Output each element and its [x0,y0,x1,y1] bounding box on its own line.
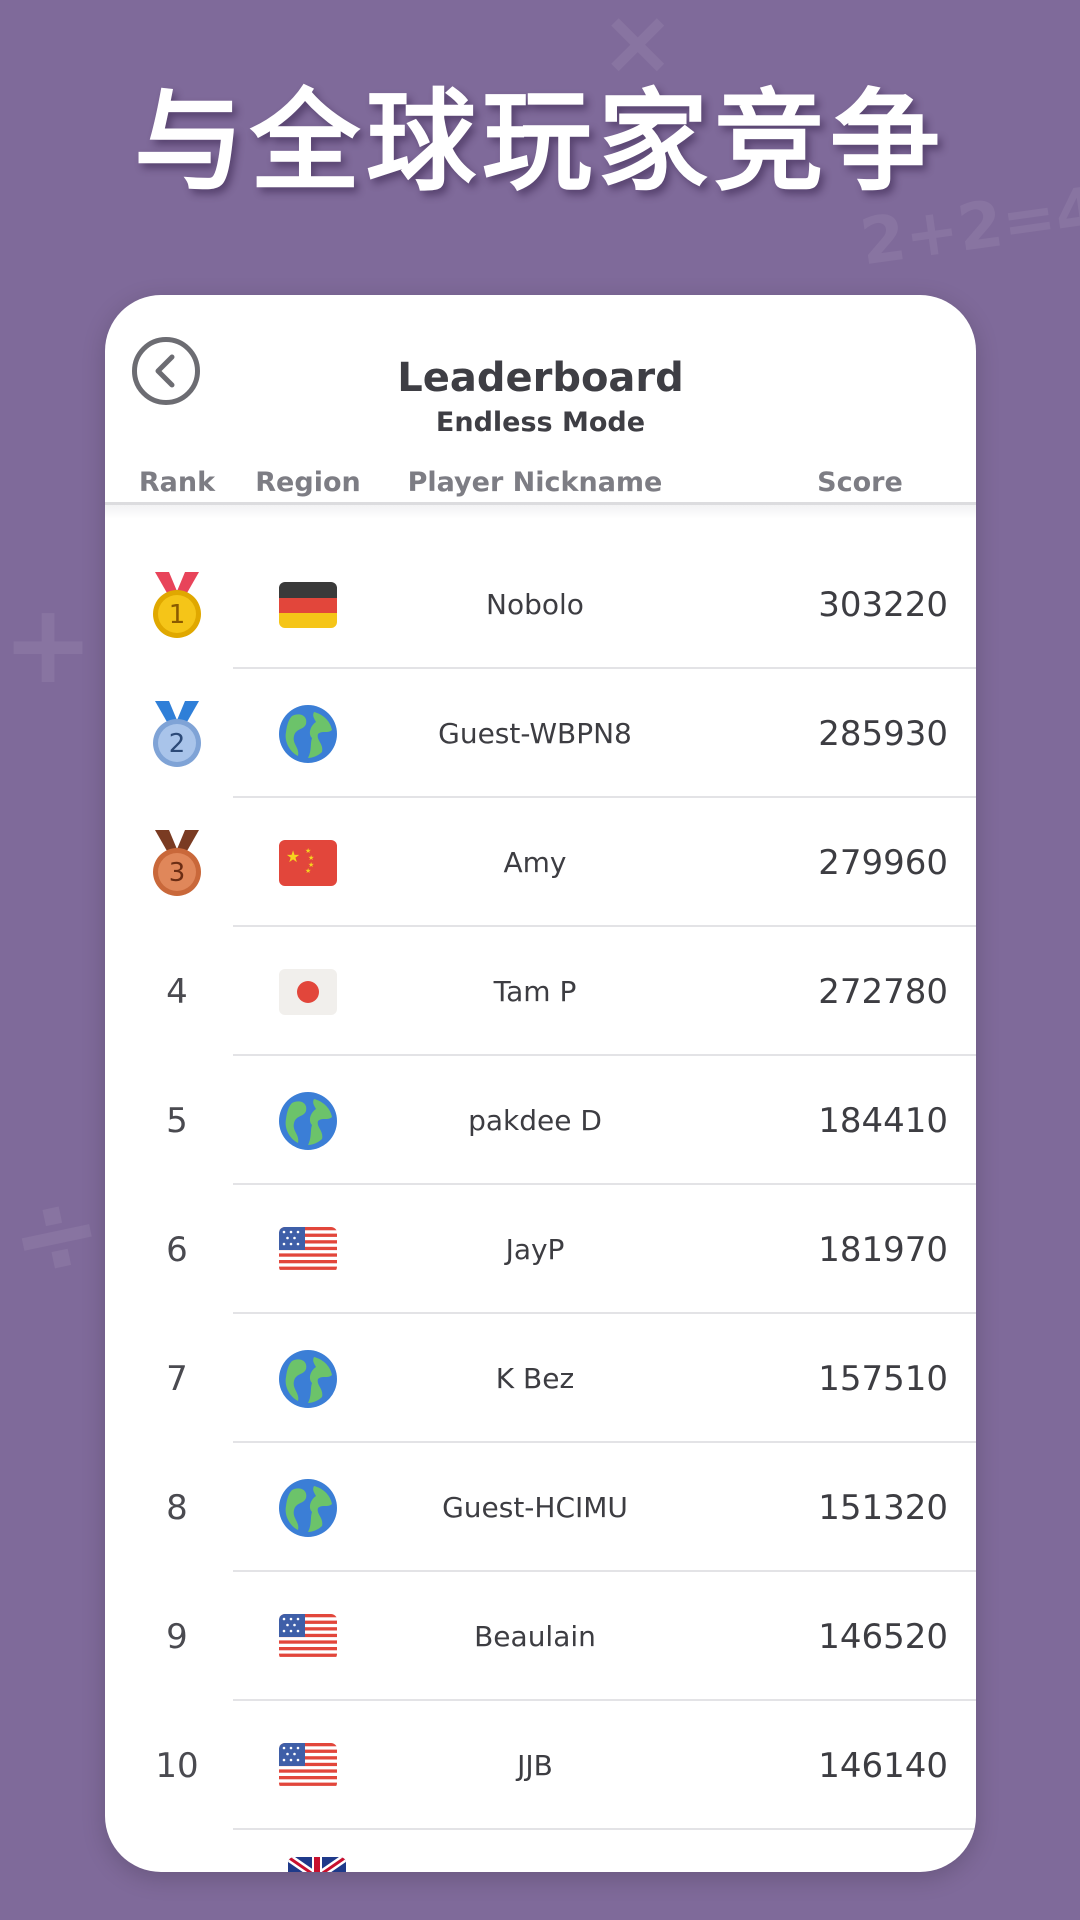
svg-text:3: 3 [169,858,186,888]
leaderboard-row[interactable]: 5 pakdee D 184410 [105,1056,976,1185]
player-score: 157510 [818,1358,948,1399]
player-nickname: JJB [517,1749,553,1782]
player-nickname: Amy [503,846,567,879]
player-score: 181970 [818,1229,948,1270]
player-nickname: Beaulain [474,1620,596,1653]
player-score: 285930 [818,713,948,754]
bronze-medal-icon: 3 [127,798,227,927]
player-nickname: Tam P [493,975,577,1008]
uk-flag-icon [288,1857,346,1872]
svg-text:★: ★ [286,847,300,866]
player-nickname: K Bez [495,1362,575,1395]
player-score: 146140 [818,1745,948,1786]
leaderboard-list[interactable]: 1 Nobolo 303220 2 Guest-WBPN8 285930 3 ★ ★ [105,540,976,1830]
leaderboard-row[interactable]: 3 ★ ★ ★ ★ ★ Amy 279960 [105,798,976,927]
leaderboard-row[interactable]: 9 Beaulain 146520 [105,1572,976,1701]
gold-medal-icon: 1 [127,540,227,669]
rank-number: 6 [166,1229,188,1270]
player-nickname: Guest-HCIMU [442,1491,628,1524]
germany-flag-icon [268,540,348,669]
rank-number: 9 [166,1616,188,1657]
player-nickname: pakdee D [468,1104,602,1137]
player-nickname: Guest-WBPN8 [438,717,632,750]
usa-flag-icon [268,1572,348,1701]
leaderboard-row[interactable]: 8 Guest-HCIMU 151320 [105,1443,976,1572]
globe-icon [268,1443,348,1572]
promo-headline: 与全球玩家竞争 [134,77,946,206]
player-score: 279960 [818,842,948,883]
row-divider [233,1828,976,1830]
background-doodle-plus: + [2,580,95,708]
leaderboard-row[interactable]: 2 Guest-WBPN8 285930 [105,669,976,798]
usa-flag-icon [268,1701,348,1830]
player-score: 184410 [818,1100,948,1141]
usa-flag-icon [268,1185,348,1314]
column-header-rank: Rank [138,467,216,498]
column-header-nickname: Player Nickname [407,467,663,498]
rank-number: 5 [166,1100,188,1141]
header-shadow [105,505,976,519]
leaderboard-row[interactable]: 6 JayP 181970 [105,1185,976,1314]
svg-text:★: ★ [305,867,311,875]
player-score: 151320 [818,1487,948,1528]
rank-number: 10 [155,1745,199,1786]
svg-text:1: 1 [169,600,186,630]
player-nickname: Nobolo [486,588,584,621]
player-nickname: JayP [505,1233,565,1266]
leaderboard-title: Leaderboard [397,355,684,401]
player-score: 303220 [818,584,948,625]
leaderboard-row[interactable]: 7 K Bez 157510 [105,1314,976,1443]
japan-flag-icon [268,927,348,1056]
globe-icon [268,1056,348,1185]
rank-number: 7 [166,1358,188,1399]
leaderboard-subtitle: Endless Mode [435,407,646,438]
rank-number: 8 [166,1487,188,1528]
globe-icon [268,669,348,798]
player-score: 272780 [818,971,948,1012]
silver-medal-icon: 2 [127,669,227,798]
china-flag-icon: ★ ★ ★ ★ ★ [268,798,348,927]
player-score: 146520 [818,1616,948,1657]
leaderboard-row[interactable]: 4 Tam P 272780 [105,927,976,1056]
column-header-region: Region [255,467,361,498]
background-doodle-divide: ÷ [0,1161,115,1307]
leaderboard-row[interactable]: 10 JJB 146140 [105,1701,976,1830]
rank-number: 4 [166,971,188,1012]
leaderboard-row[interactable]: 1 Nobolo 303220 [105,540,976,669]
leaderboard-card: Leaderboard Endless Mode Rank Region Pla… [105,295,976,1872]
svg-text:2: 2 [169,729,186,759]
column-header-score: Score [817,467,903,498]
globe-icon [268,1314,348,1443]
